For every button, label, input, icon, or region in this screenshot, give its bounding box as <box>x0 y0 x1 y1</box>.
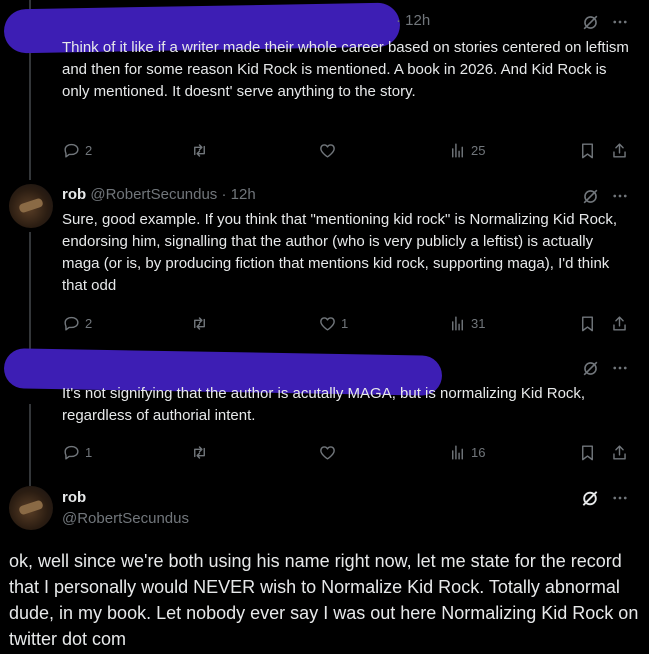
retweet-icon <box>194 143 205 157</box>
reply-count: 2 <box>85 315 93 331</box>
focused-header: rob @RobertSecundus <box>62 489 189 527</box>
retweet-icon <box>194 316 205 330</box>
share-icon <box>613 315 626 331</box>
like-icon <box>320 316 335 331</box>
tweet-time[interactable]: · 12h <box>221 186 255 203</box>
avatar[interactable] <box>9 486 53 530</box>
focused-tweet: rob @RobertSecundus ok, well since we're… <box>0 472 649 654</box>
more-icon[interactable] <box>610 488 630 508</box>
retweet-button[interactable] <box>190 313 209 333</box>
tweet-header: · 12h <box>396 12 430 29</box>
reply-icon <box>64 143 79 158</box>
avatar[interactable] <box>9 184 53 228</box>
share-button[interactable] <box>610 442 629 462</box>
views-icon <box>452 444 463 460</box>
share-icon <box>613 444 626 460</box>
views-button[interactable]: 31 <box>448 313 485 333</box>
more-icon[interactable] <box>610 358 630 378</box>
handle[interactable]: @RobertSecundus <box>62 510 189 527</box>
grok-icon[interactable] <box>580 358 600 378</box>
bookmark-button[interactable] <box>578 140 597 160</box>
like-button[interactable]: 1 <box>318 313 348 333</box>
views-button[interactable]: 16 <box>448 442 485 462</box>
share-button[interactable] <box>610 140 629 160</box>
bookmark-icon <box>582 315 593 331</box>
reply-button[interactable]: 2 <box>62 140 92 160</box>
more-icon[interactable] <box>610 186 630 206</box>
views-button[interactable]: 25 <box>448 140 485 160</box>
tweet-actions: 2 1 31 <box>62 313 632 333</box>
bookmark-button[interactable] <box>578 313 597 333</box>
like-button[interactable] <box>318 442 337 462</box>
tweet-2[interactable]: rob @RobertSecundus · 12h Sure, good exa… <box>0 172 649 344</box>
handle[interactable]: @RobertSecundus <box>90 186 217 203</box>
tweet-3[interactable]: It's not signifying that the author is a… <box>0 344 649 472</box>
more-icon[interactable] <box>610 12 630 32</box>
display-name[interactable]: rob <box>62 489 189 506</box>
like-button[interactable] <box>318 140 337 160</box>
bookmark-icon <box>582 142 593 158</box>
focused-tweet-text: ok, well since we're both using his name… <box>9 551 639 649</box>
tweet-1[interactable]: · 12h Think of it like if a writer made … <box>0 0 649 172</box>
tweet-header: rob @RobertSecundus · 12h <box>62 186 256 203</box>
reply-icon <box>64 316 79 331</box>
retweet-icon <box>194 445 205 459</box>
views-icon <box>452 142 463 158</box>
grok-icon[interactable] <box>580 12 600 32</box>
views-icon <box>452 315 463 331</box>
tweet-time[interactable]: · 12h <box>396 12 430 29</box>
tweet-text: Think of it like if a writer made their … <box>62 39 629 100</box>
views-count: 31 <box>471 315 486 331</box>
share-icon <box>613 142 626 158</box>
like-icon <box>320 445 335 460</box>
bookmark-icon <box>582 444 593 460</box>
like-icon <box>320 143 335 158</box>
views-count: 25 <box>471 142 486 158</box>
grok-icon[interactable] <box>580 186 600 206</box>
retweet-button[interactable] <box>190 140 209 160</box>
grok-icon[interactable] <box>580 488 600 508</box>
reply-button[interactable]: 1 <box>62 442 92 462</box>
tweet-actions: 2 25 <box>62 140 632 160</box>
tweet-text: Sure, good example. If you think that "m… <box>62 211 618 294</box>
like-count: 1 <box>341 315 349 331</box>
reply-count: 2 <box>85 142 93 158</box>
tweet-actions: 1 16 <box>62 442 632 462</box>
share-button[interactable] <box>610 313 629 333</box>
bookmark-button[interactable] <box>578 442 597 462</box>
reply-icon <box>64 445 79 460</box>
reply-button[interactable]: 2 <box>62 313 92 333</box>
retweet-button[interactable] <box>190 442 209 462</box>
display-name[interactable]: rob <box>62 186 86 203</box>
reply-count: 1 <box>85 444 93 460</box>
views-count: 16 <box>471 444 486 460</box>
tweet-text: It's not signifying that the author is a… <box>62 385 586 424</box>
